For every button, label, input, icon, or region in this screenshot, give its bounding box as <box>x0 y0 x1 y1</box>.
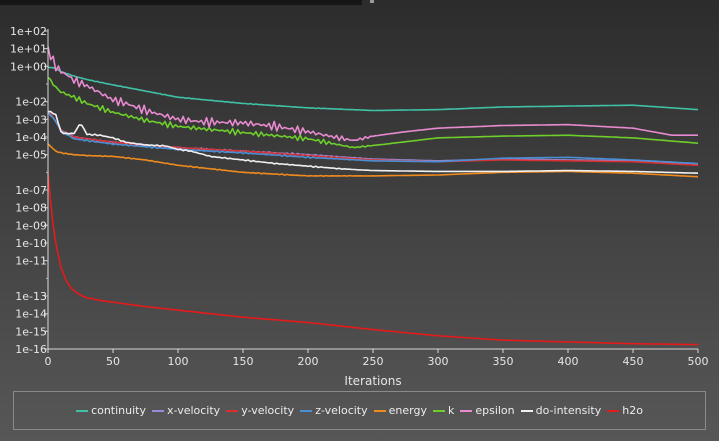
y-tick-label: 1e+02 <box>10 25 47 38</box>
legend-swatch <box>520 409 533 412</box>
legend-label: k <box>447 404 455 417</box>
y-tick-label: 1e+01 <box>10 43 47 56</box>
series-line-epsilon <box>47 46 698 142</box>
legend-label: energy <box>388 404 427 417</box>
y-tick-label: 1e-08 <box>15 202 47 215</box>
legend-swatch <box>607 409 620 412</box>
y-tick-label: 1e-10 <box>15 237 47 250</box>
y-tick-label: 1e-09 <box>15 219 47 232</box>
legend-item[interactable]: h2o <box>607 404 643 417</box>
legend-label: epsilon <box>475 404 515 417</box>
y-tick-label: 1e-02 <box>15 96 47 109</box>
series-line-continuity <box>47 66 699 112</box>
series-line-h2o <box>47 172 699 346</box>
y-tick-label: 1e+00 <box>10 60 47 73</box>
legend-item[interactable]: k <box>432 404 455 417</box>
legend-swatch <box>300 409 313 412</box>
legend-label: z-velocity <box>315 404 368 417</box>
y-tick-label: 1e-11 <box>15 255 47 268</box>
legend-label: h2o <box>622 404 643 417</box>
x-tick-label: 300 <box>428 355 449 368</box>
legend-item[interactable]: continuity <box>76 404 146 417</box>
legend-item[interactable]: do-intensity <box>520 404 602 417</box>
y-tick-label: 1e-15 <box>15 325 47 338</box>
x-tick-label: 100 <box>168 355 189 368</box>
legend-label: do-intensity <box>535 404 602 417</box>
y-tick-label: 1e-05 <box>15 149 47 162</box>
residuals-chart: 1e+02 1e+01 1e+00 1e-02 1e-03 1e-04 1e-05 1e-07… <box>10 25 708 388</box>
legend-item[interactable]: x-velocity <box>152 404 220 417</box>
y-tick-label: 1e-16 <box>15 343 47 356</box>
legend-label: x-velocity <box>167 404 221 417</box>
legend-swatch <box>432 409 445 412</box>
x-tick-label: 150 <box>233 355 254 368</box>
x-tick-label: 500 <box>688 355 709 368</box>
legend-item[interactable]: energy <box>373 404 427 417</box>
axis-layer: 1e+02 1e+01 1e+00 1e-02 1e-03 1e-04 1e-05 1e-07… <box>10 25 708 368</box>
x-tick-label: 200 <box>298 355 319 368</box>
legend-item[interactable]: z-velocity <box>300 404 368 417</box>
x-tick-label: 450 <box>623 355 644 368</box>
y-tick-label: 1e-13 <box>15 290 47 303</box>
legend-swatch <box>76 409 89 412</box>
legend-swatch <box>460 409 473 412</box>
legend-item[interactable]: epsilon <box>460 404 515 417</box>
y-tick-label: 1e-04 <box>15 131 47 144</box>
y-tick-label: 1e-03 <box>15 113 47 126</box>
legend-label: continuity <box>91 404 147 417</box>
legend: continuity x-velocity y-velocity z-velocity… <box>13 391 706 430</box>
x-tick-label: 400 <box>558 355 579 368</box>
x-tick-label: 50 <box>106 355 120 368</box>
legend-label: y-velocity <box>241 404 295 417</box>
x-axis-label: Iterations <box>344 374 401 388</box>
legend-swatch <box>152 409 165 412</box>
legend-swatch <box>373 409 386 412</box>
y-tick-label: 1e-07 <box>15 184 47 197</box>
y-tick-label: 1e-14 <box>15 308 47 321</box>
legend-swatch <box>226 409 239 412</box>
legend-item[interactable]: y-velocity <box>226 404 294 417</box>
x-tick-label: 0 <box>45 355 52 368</box>
series-layer <box>47 46 699 346</box>
x-tick-label: 350 <box>493 355 514 368</box>
x-tick-label: 250 <box>363 355 384 368</box>
